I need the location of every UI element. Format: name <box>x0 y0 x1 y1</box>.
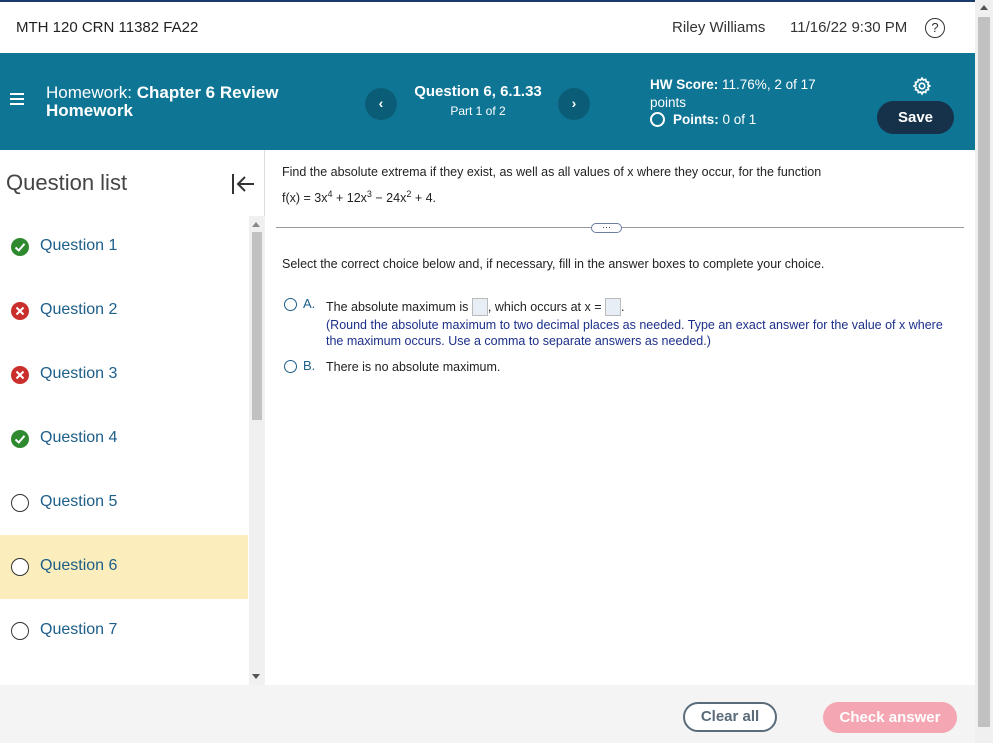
homework-title: Homework: Chapter 6 Review Homework <box>46 84 326 120</box>
datetime: 11/16/22 9:30 PM <box>790 19 908 36</box>
course-title: MTH 120 CRN 11382 FA22 <box>16 19 199 36</box>
choice-b-letter: B. <box>303 358 316 373</box>
choice-a-hint: (Round the absolute maximum to two decim… <box>326 318 943 348</box>
hw-score-label: HW Score: <box>650 77 719 92</box>
user-name[interactable]: Riley Williams <box>672 19 765 36</box>
scroll-down-arrow-icon[interactable] <box>252 674 260 679</box>
question-label: Question 5 <box>40 493 118 510</box>
page-scroll-thumb[interactable] <box>978 17 990 727</box>
question-title: Question 6, 6.1.33 <box>414 83 542 100</box>
assignment-header: Homework: Chapter 6 Review Homework ‹ Qu… <box>0 53 975 150</box>
question-content: Find the absolute extrema if they exist,… <box>266 150 975 685</box>
correct-check-icon <box>11 238 29 256</box>
scroll-thumb[interactable] <box>252 232 262 420</box>
correct-check-icon <box>11 430 29 448</box>
question-label: Question 2 <box>40 301 118 318</box>
incorrect-x-icon <box>11 302 29 320</box>
question-part: Part 1 of 2 <box>450 104 506 118</box>
menu-icon[interactable] <box>10 93 24 105</box>
top-bar: MTH 120 CRN 11382 FA22 Riley Williams 11… <box>0 0 975 53</box>
problem-statement: Find the absolute extrema if they exist,… <box>282 161 821 209</box>
question-item-5[interactable]: Question 5 <box>0 471 248 535</box>
problem-prompt: Find the absolute extrema if they exist,… <box>282 165 822 179</box>
previous-question-button[interactable]: ‹ <box>365 88 397 120</box>
points-value: 0 of 1 <box>722 112 757 127</box>
unanswered-circle-icon <box>11 494 29 512</box>
choice-a-text: The absolute maximum is , which occurs a… <box>326 298 624 316</box>
question-item-6[interactable]: Question 6 <box>0 535 248 599</box>
question-item-3[interactable]: Question 3 <box>0 343 248 407</box>
function-formula: f(x) = 3x4 + 12x3 − 24x2 + 4. <box>282 183 821 209</box>
choice-a-text-part: The absolute maximum is <box>326 300 469 314</box>
save-button[interactable]: Save <box>877 101 954 134</box>
collapse-panel-icon[interactable] <box>230 172 256 196</box>
question-item-1[interactable]: Question 1 <box>0 215 248 279</box>
clear-all-button[interactable]: Clear all <box>683 702 777 732</box>
choice-a-letter: A. <box>303 296 316 311</box>
question-list: Question 1 Question 2 Question 3 Questio… <box>0 215 248 663</box>
question-item-4[interactable]: Question 4 <box>0 407 248 471</box>
x-value-answer-box[interactable] <box>604 298 621 316</box>
formula-term: + 12x <box>332 191 367 206</box>
unanswered-circle-icon <box>11 558 29 576</box>
choice-b-text: There is no absolute maximum. <box>326 360 501 374</box>
question-label: Question 4 <box>40 429 118 446</box>
formula-term: + 4. <box>411 191 437 206</box>
homework-name-line1: Chapter 6 Review <box>136 83 279 102</box>
homework-prefix: Homework: <box>46 83 132 102</box>
choice-a-text-part: , which occurs at x = <box>487 300 602 314</box>
page-scrollbar[interactable] <box>975 0 993 743</box>
hw-score-value: 11.76%, 2 of 17 <box>722 77 816 92</box>
question-list-panel: Question list Question 1 Question 2 Ques… <box>0 150 265 685</box>
question-list-title: Question list <box>6 170 128 195</box>
page-scroll-up-arrow-icon[interactable] <box>980 5 988 10</box>
settings-gear-icon[interactable] <box>912 76 932 96</box>
more-options-button[interactable]: ··· <box>591 223 622 233</box>
footer-bar: Clear all Check answer <box>0 685 975 743</box>
points-circle-icon <box>650 112 665 127</box>
question-label: Question 1 <box>40 237 118 254</box>
choice-a-text-part: . <box>620 300 625 314</box>
help-icon[interactable]: ? <box>925 18 945 38</box>
hw-score: HW Score: 11.76%, 2 of 17 points <box>650 76 850 112</box>
question-label: Question 3 <box>40 365 118 382</box>
scroll-up-arrow-icon[interactable] <box>252 222 260 227</box>
question-label: Question 7 <box>40 621 118 638</box>
question-item-7[interactable]: Question 7 <box>0 599 248 663</box>
choice-a-radio[interactable] <box>284 298 297 311</box>
formula-term: − 24x <box>371 191 407 206</box>
incorrect-x-icon <box>11 366 29 384</box>
homework-name-line2: Homework <box>46 101 133 120</box>
question-list-scrollbar[interactable] <box>249 216 265 685</box>
formula-term: f(x) = 3x <box>282 191 328 206</box>
question-item-2[interactable]: Question 2 <box>0 279 248 343</box>
points: Points: 0 of 1 <box>650 112 756 127</box>
question-label: Question 6 <box>40 557 118 574</box>
absolute-maximum-answer-box[interactable] <box>471 298 488 316</box>
next-question-button[interactable]: › <box>558 88 590 120</box>
instruction-text: Select the correct choice below and, if … <box>282 257 825 271</box>
points-label: Points: <box>673 112 719 127</box>
choice-b-radio[interactable] <box>284 360 297 373</box>
unanswered-circle-icon <box>11 622 29 640</box>
hw-score-unit: points <box>650 95 687 110</box>
check-answer-button[interactable]: Check answer <box>823 702 957 733</box>
